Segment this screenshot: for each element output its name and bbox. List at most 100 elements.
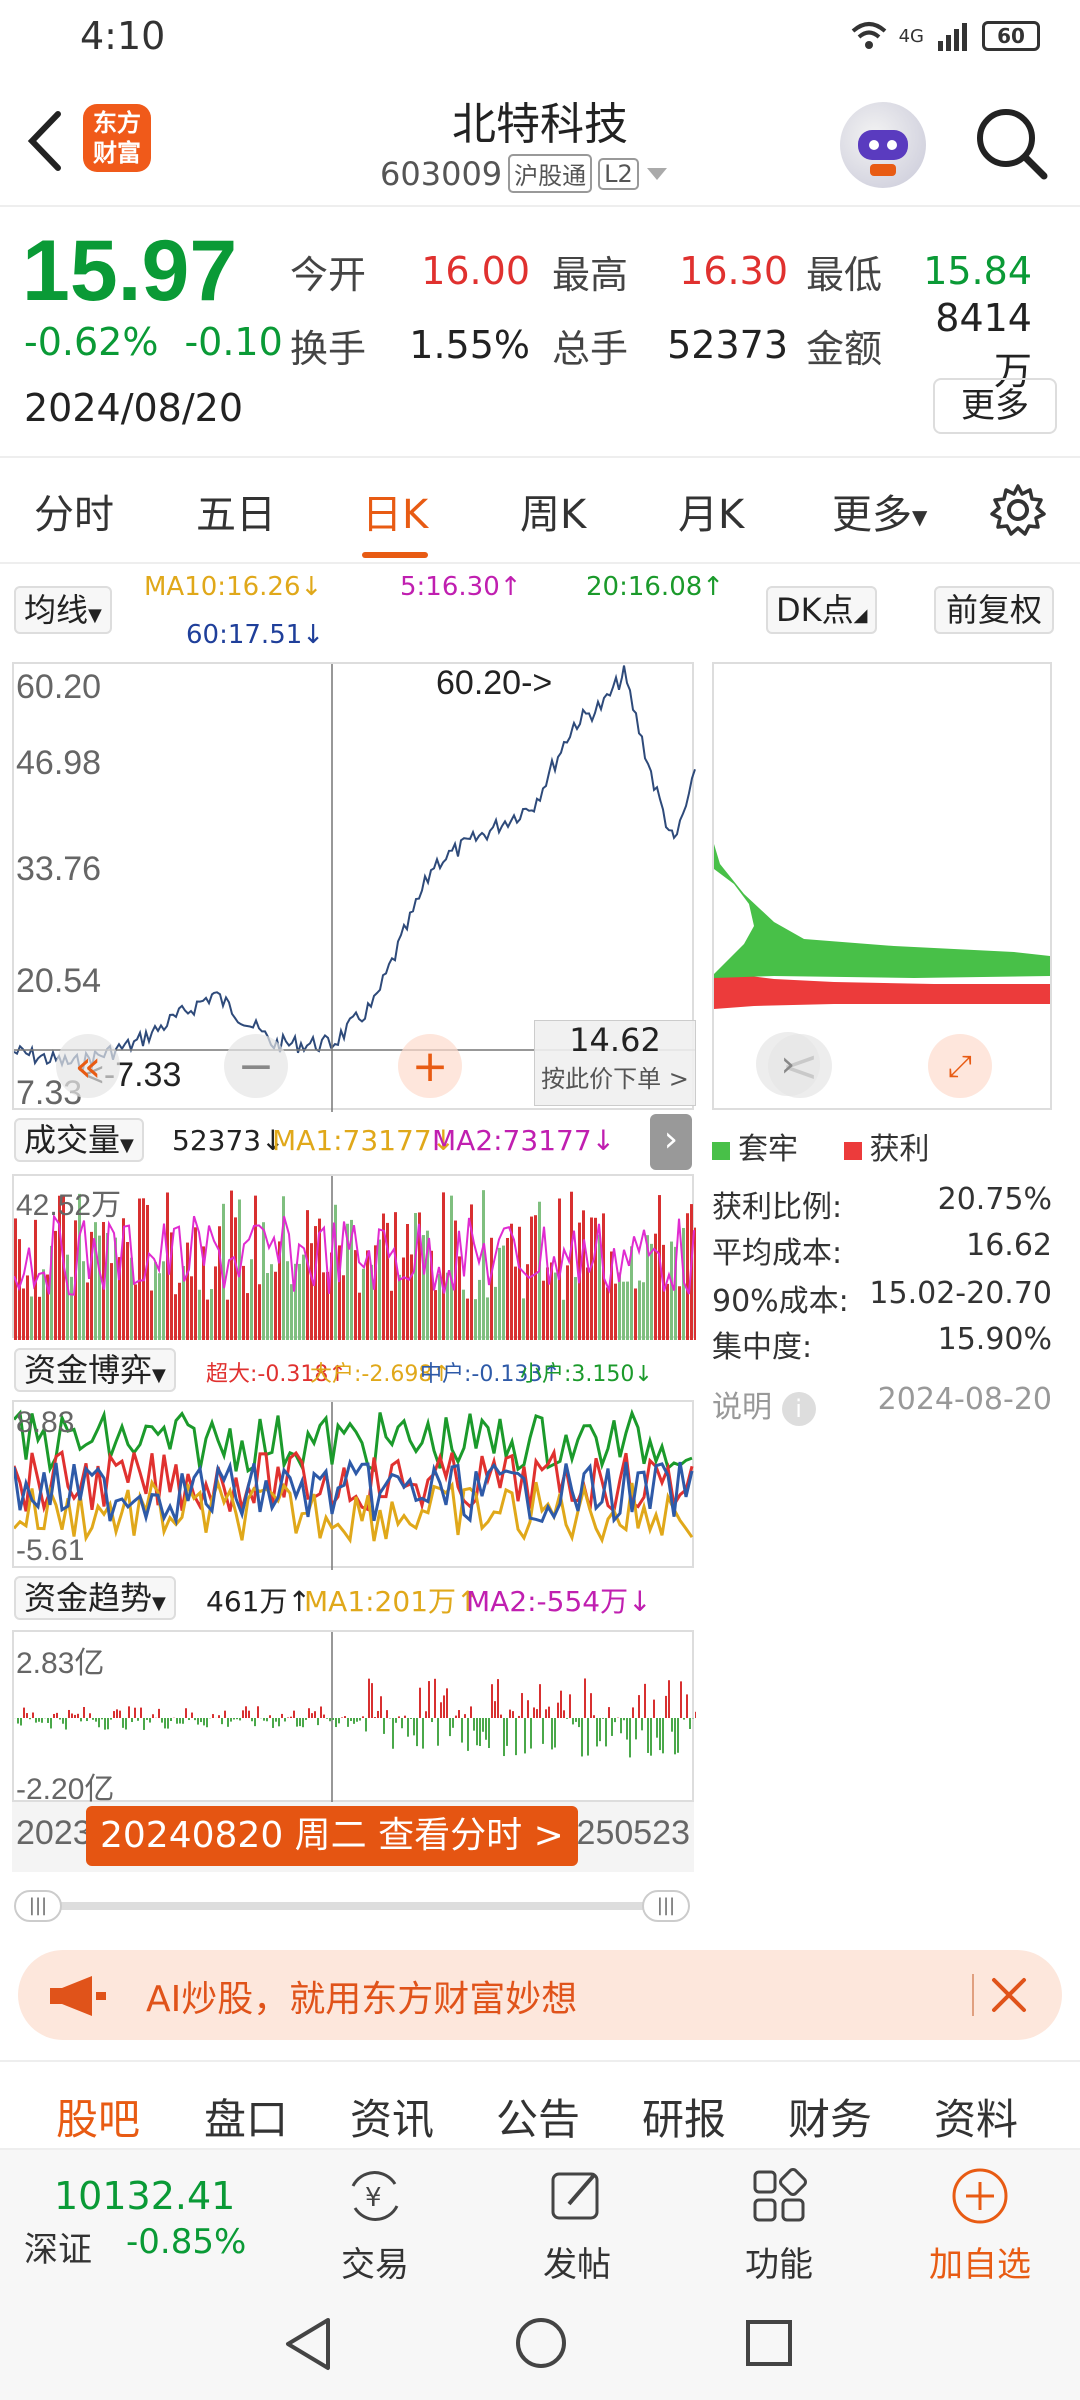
fund-trend-label: 资金趋势	[24, 1579, 153, 1617]
chip-row-profit-ratio: 获利比例: 20.75%	[712, 1182, 1052, 1226]
fund-game-lines-svg	[14, 1402, 694, 1570]
tab-pankou[interactable]: 盘口	[204, 2086, 288, 2147]
chip-row-concentration: 集中度: 15.90%	[712, 1322, 1052, 1366]
volume-bar	[434, 1290, 437, 1340]
fund-trend-bar	[662, 1718, 664, 1754]
fund-trend-bar	[362, 1716, 364, 1718]
function-button[interactable]: 功能	[724, 2150, 834, 2286]
stock-code-row[interactable]: 603009 沪股通 L2	[380, 154, 669, 193]
ma5-value: 5:16.30↑	[400, 572, 522, 602]
volume-bar	[178, 1282, 181, 1340]
tab-guba[interactable]: 股吧	[56, 2086, 140, 2147]
slider-left-handle[interactable]: |||	[14, 1890, 62, 1922]
nav-back-icon[interactable]	[282, 2316, 334, 2372]
fund-trend-bar	[557, 1702, 559, 1718]
nav-home-icon[interactable]	[514, 2316, 568, 2370]
volume-indicator-selector[interactable]: 成交量▼	[14, 1118, 144, 1162]
tab-finance[interactable]: 财务	[788, 2086, 872, 2147]
caret-down-icon: ▼	[152, 1365, 166, 1386]
caret-down-icon: ▼	[120, 1135, 134, 1156]
y-tick-4: 20.54	[16, 962, 102, 1000]
ai-promo-banner[interactable]: AI炒股，就用东方财富妙想	[18, 1950, 1062, 2040]
fund-trend-bar	[80, 1718, 82, 1722]
post-label: 发帖	[543, 2245, 611, 2285]
ai-assistant-avatar[interactable]	[840, 102, 926, 188]
y-tick-2: 46.98	[16, 744, 102, 782]
settings-gear-icon[interactable]	[990, 482, 1046, 538]
trade-button[interactable]: ¥ 交易	[320, 2150, 430, 2286]
tab-more[interactable]: 更多▼	[832, 482, 927, 540]
volume-bar	[70, 1276, 73, 1340]
chip-next-icon[interactable]: ›	[756, 1032, 820, 1096]
fund-trend-bar	[554, 1718, 556, 1748]
fund-trend-bar	[560, 1690, 562, 1718]
volume-bar	[126, 1242, 129, 1340]
stock-code: 603009	[380, 154, 503, 193]
megaphone-icon	[50, 1976, 106, 2016]
fund-trend-bar	[332, 1718, 334, 1720]
zoom-out-icon[interactable]: −	[224, 1034, 288, 1098]
slider-right-handle[interactable]: |||	[642, 1890, 690, 1922]
fund-trend-bar	[434, 1678, 436, 1718]
expand-icon[interactable]: ⤢	[928, 1034, 992, 1098]
fund-trend-bar	[314, 1711, 316, 1718]
chip-info-button[interactable]: 说明 i	[712, 1382, 816, 1426]
fund-trend-bar	[629, 1718, 631, 1758]
fund-trend-bar	[377, 1710, 379, 1718]
fund-trend-bar	[50, 1718, 52, 1729]
y-tick-3: 33.76	[16, 850, 102, 888]
more-quote-button[interactable]: 更多	[933, 378, 1057, 434]
tab-weekly-k[interactable]: 周K	[520, 482, 586, 540]
fund-trend-bar	[380, 1696, 382, 1718]
volume-bar	[190, 1276, 193, 1340]
fund-game-selector[interactable]: 资金博弈▼	[14, 1348, 176, 1392]
fund-game-label: 资金博弈	[24, 1351, 153, 1389]
panel-toggle-arrow-icon[interactable]: ›	[650, 1114, 692, 1170]
system-nav-bar	[0, 2284, 1080, 2400]
search-icon[interactable]	[972, 104, 1050, 182]
scroll-left-icon[interactable]: «	[56, 1034, 120, 1098]
quote-panel: 15.97 -0.62% -0.10 2024/08/20 今开 16.00 最…	[0, 208, 1080, 458]
tab-monthly-k[interactable]: 月K	[678, 482, 744, 540]
fund-trend-bar	[494, 1701, 496, 1718]
tab-daily-k[interactable]: 日K	[362, 482, 429, 558]
volume-bar	[490, 1237, 493, 1340]
order-at-price-button[interactable]: 14.62 按此价下单 >	[534, 1020, 696, 1106]
fund-trend-bar	[47, 1718, 49, 1723]
network-label: 4G	[898, 25, 924, 47]
fund-trend-bar	[488, 1718, 490, 1749]
fund-trend-bar	[509, 1709, 511, 1718]
fund-trend-value: 461万↑	[206, 1585, 311, 1618]
tab-research[interactable]: 研报	[642, 2086, 726, 2147]
fund-trend-bar	[533, 1707, 535, 1718]
fund-trend-bar	[506, 1718, 508, 1746]
tab-five-day[interactable]: 五日	[196, 482, 276, 540]
volume-bar	[574, 1277, 577, 1340]
volume-bar	[518, 1226, 521, 1340]
close-icon[interactable]	[988, 1974, 1030, 2016]
fund-trend-bar	[167, 1718, 169, 1729]
zoom-in-icon[interactable]: +	[398, 1034, 462, 1098]
dk-point-selector[interactable]: DK点◢	[766, 586, 878, 634]
fund-trend-bar	[395, 1718, 397, 1723]
fund-trend-bar	[188, 1718, 190, 1721]
fund-trend-selector[interactable]: 资金趋势▼	[14, 1576, 176, 1620]
tab-profile[interactable]: 资料	[934, 2086, 1018, 2147]
tab-announcement[interactable]: 公告	[496, 2086, 580, 2147]
index-ticker[interactable]: 10132.41 深证 -0.85%	[24, 2150, 284, 2271]
chip-row-avg-cost: 平均成本: 16.62	[712, 1228, 1052, 1272]
range-slider[interactable]: ||| |||	[14, 1890, 690, 1922]
fund-trend-bar	[245, 1706, 247, 1718]
post-button[interactable]: 发帖	[522, 2150, 632, 2286]
adjust-selector[interactable]: 前复权	[934, 586, 1055, 634]
kline-chart[interactable]: 60.20 46.98 33.76 20.54 7.33 60.20-> <-7…	[12, 662, 696, 1112]
fund-game-chart: 8.83 -5.61	[12, 1400, 694, 1570]
tab-intraday[interactable]: 分时	[34, 482, 114, 540]
nav-recents-icon[interactable]	[744, 2318, 794, 2368]
ma-selector[interactable]: 均线▼	[14, 586, 112, 634]
view-intraday-button[interactable]: 20240820 周二 查看分时 >	[86, 1806, 578, 1866]
fund-trend-bar	[413, 1718, 415, 1736]
tab-news[interactable]: 资讯	[350, 2086, 434, 2147]
add-watchlist-button[interactable]: 加自选	[920, 2150, 1040, 2286]
fund-trend-bar	[185, 1708, 187, 1718]
